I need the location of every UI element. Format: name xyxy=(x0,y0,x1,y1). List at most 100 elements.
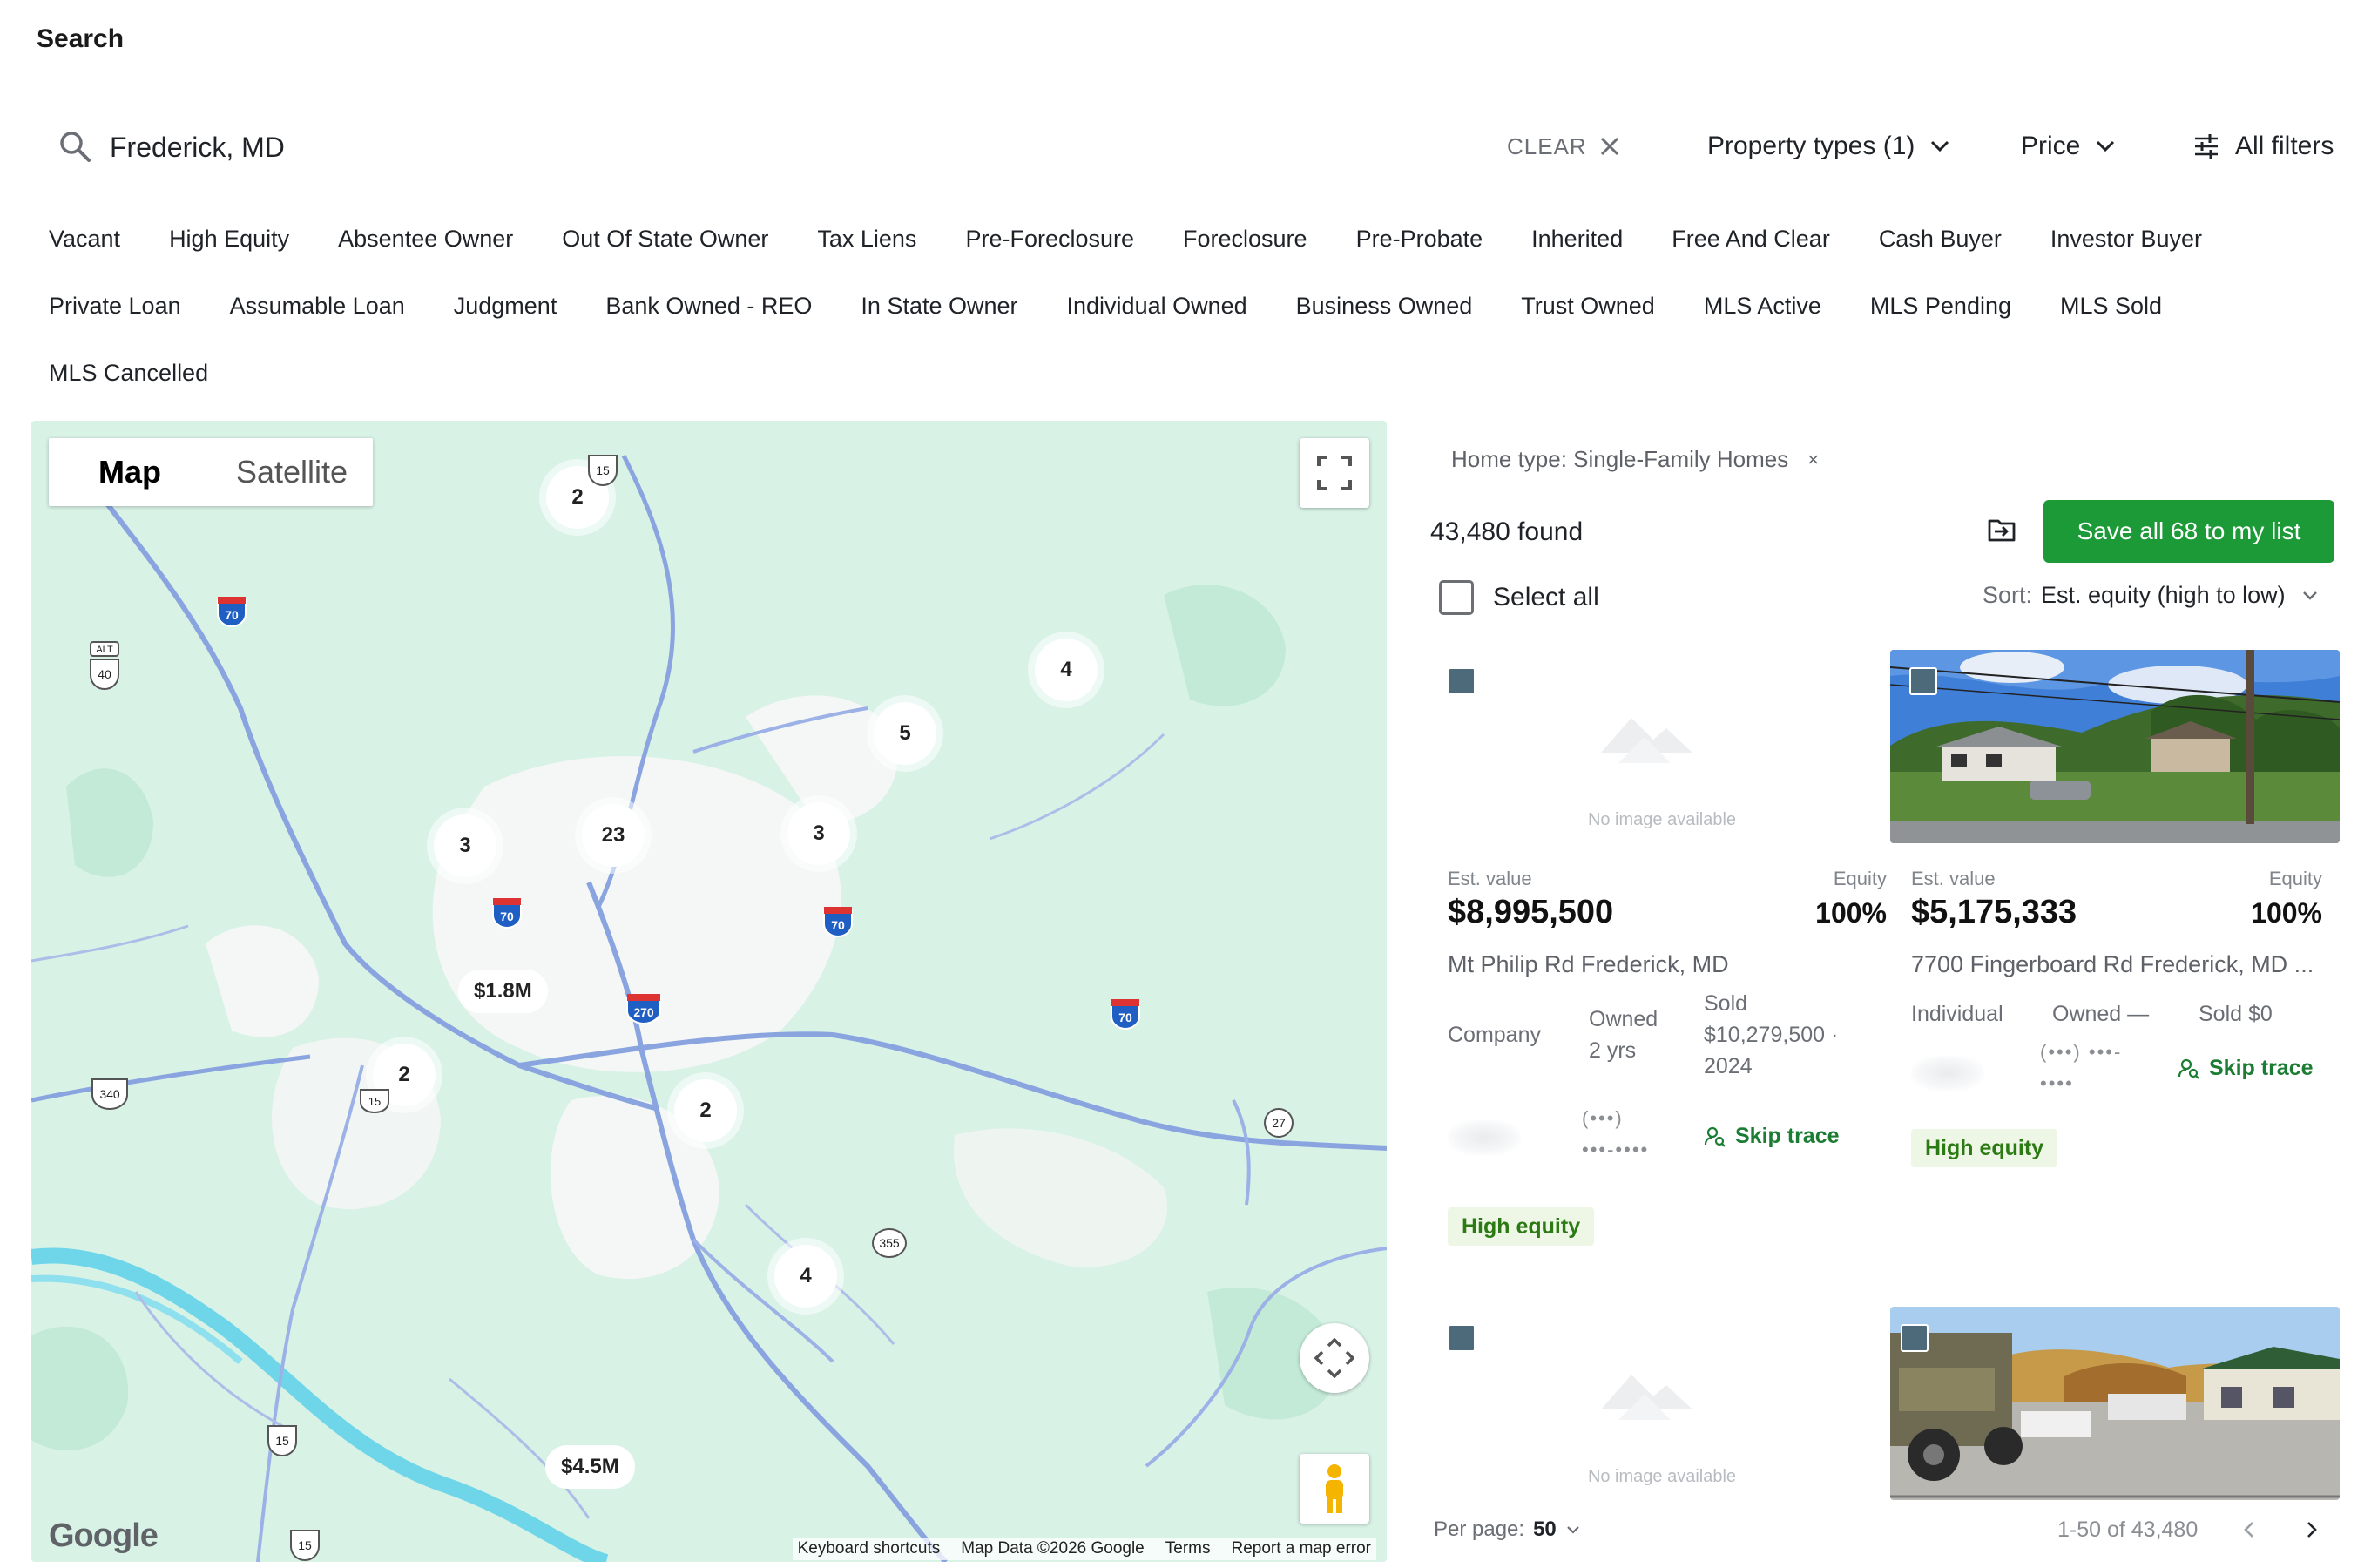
sold-label: Sold $0 xyxy=(2199,1002,2273,1026)
chip-private-loan[interactable]: Private Loan xyxy=(30,273,200,340)
chip-foreclosure[interactable]: Foreclosure xyxy=(1164,206,1327,273)
price-pin[interactable]: $4.5M xyxy=(545,1445,635,1489)
card-select-checkbox[interactable] xyxy=(1448,667,1476,695)
report-map-error-link[interactable]: Report a map error xyxy=(1231,1539,1371,1558)
terms-link[interactable]: Terms xyxy=(1165,1539,1211,1558)
card-select-checkbox[interactable] xyxy=(1448,1324,1476,1352)
chip-mls-cancelled[interactable]: MLS Cancelled xyxy=(30,340,227,407)
chip-business-owned[interactable]: Business Owned xyxy=(1277,273,1492,340)
shield-label: 70 xyxy=(225,608,239,622)
map-cluster[interactable]: 3 xyxy=(434,814,496,877)
shield-label: 70 xyxy=(1118,1010,1132,1024)
sort-dropdown[interactable]: Sort: Est. equity (high to low) xyxy=(1983,582,2319,609)
all-filters-label: All filters xyxy=(2235,132,2334,160)
price-dropdown[interactable]: Price xyxy=(2021,129,2115,164)
mountain-placeholder-icon xyxy=(1601,1375,1692,1420)
keyboard-shortcuts-link[interactable]: Keyboard shortcuts xyxy=(798,1539,941,1558)
chip-assumable-loan[interactable]: Assumable Loan xyxy=(211,273,424,340)
est-value-label: Est. value xyxy=(1911,868,1996,889)
chip-pre-foreclosure[interactable]: Pre-Foreclosure xyxy=(946,206,1153,273)
pan-control-button[interactable] xyxy=(1300,1323,1369,1393)
property-types-dropdown[interactable]: Property types (1) xyxy=(1707,129,1949,164)
map-cluster[interactable]: 23 xyxy=(582,804,645,867)
fullscreen-button[interactable] xyxy=(1300,438,1369,508)
next-page-button[interactable] xyxy=(2296,1514,2327,1545)
owner-type: Individual xyxy=(1911,1002,2003,1026)
map-cluster[interactable]: 4 xyxy=(774,1245,837,1308)
chip-mls-active[interactable]: MLS Active xyxy=(1685,273,1841,340)
chip-out-of-state-owner[interactable]: Out Of State Owner xyxy=(543,206,787,273)
map-toggle-satellite[interactable]: Satellite xyxy=(211,438,373,506)
interstate-shield: 70 xyxy=(1111,999,1140,1031)
map-view[interactable]: Map Satellite 2 4 5 3 23 3 2 2 4 $1.8M $… xyxy=(31,421,1387,1562)
chip-inherited[interactable]: Inherited xyxy=(1512,206,1642,273)
person-search-icon xyxy=(1704,1126,1726,1147)
filter-tag-remove[interactable]: × xyxy=(1807,449,1819,471)
chip-trust-owned[interactable]: Trust Owned xyxy=(1502,273,1674,340)
chip-vacant[interactable]: Vacant xyxy=(30,206,139,273)
search-input[interactable] xyxy=(110,125,1416,169)
property-card[interactable]: No image available xyxy=(1437,1307,1887,1502)
all-filters-button[interactable]: All filters xyxy=(2193,129,2334,164)
filter-tag-label: Home type: Single-Family Homes xyxy=(1451,446,1789,472)
chip-in-state-owner[interactable]: In State Owner xyxy=(841,273,1037,340)
masked-phone-area: (•••) xyxy=(1582,1107,1624,1129)
chip-pre-probate[interactable]: Pre-Probate xyxy=(1337,206,1503,273)
search-bar: CLEAR Property types (1) Price All filte… xyxy=(37,117,2345,178)
save-all-to-list-button[interactable]: Save all 68 to my list xyxy=(2043,500,2334,563)
no-image-text: No image available xyxy=(1587,1467,1737,1486)
prev-page-button[interactable] xyxy=(2233,1514,2265,1545)
fullscreen-icon xyxy=(1317,456,1352,490)
active-filter-tag: Home type: Single-Family Homes × xyxy=(1451,446,1819,473)
skip-trace-button[interactable]: Skip trace xyxy=(1704,1124,1840,1149)
select-all-checkbox[interactable] xyxy=(1439,580,1474,615)
skip-trace-button[interactable]: Skip trace xyxy=(2178,1056,2314,1081)
chip-investor-buyer[interactable]: Investor Buyer xyxy=(2031,206,2221,273)
property-card[interactable]: Est. value Equity $5,175,333 100% 7700 F… xyxy=(1890,650,2340,1190)
owner-name-blurred xyxy=(1911,1056,1984,1091)
chip-mls-sold[interactable]: MLS Sold xyxy=(2041,273,2181,340)
chip-bank-owned-reo[interactable]: Bank Owned - REO xyxy=(586,273,831,340)
state-route-shield: 27 xyxy=(1264,1108,1294,1138)
mountain-placeholder-icon xyxy=(1601,718,1692,763)
chip-cash-buyer[interactable]: Cash Buyer xyxy=(1860,206,2021,273)
per-page-dropdown[interactable]: Per page: 50 xyxy=(1434,1517,1581,1542)
chip-judgment[interactable]: Judgment xyxy=(435,273,577,340)
chip-absentee-owner[interactable]: Absentee Owner xyxy=(319,206,532,273)
card-select-checkbox[interactable] xyxy=(1901,1324,1929,1352)
high-equity-badge: High equity xyxy=(1911,1129,2058,1167)
property-address: 7700 Fingerboard Rd Frederick, MD ... xyxy=(1911,951,2314,977)
equity-label: Equity xyxy=(2268,868,2322,889)
shield-label: 15 xyxy=(596,463,610,477)
map-toggle-map[interactable]: Map xyxy=(49,438,211,506)
skip-trace-label: Skip trace xyxy=(1735,1124,1840,1148)
property-photo xyxy=(1890,650,2340,843)
owner-type: Company xyxy=(1448,1023,1541,1047)
street-view-button[interactable] xyxy=(1300,1454,1369,1524)
chip-mls-pending[interactable]: MLS Pending xyxy=(1851,273,2030,340)
property-card[interactable]: No image available Est. value Equity $8,… xyxy=(1437,650,1887,1277)
export-icon[interactable] xyxy=(1984,512,2019,547)
chip-tax-liens[interactable]: Tax Liens xyxy=(798,206,936,273)
map-attribution: Keyboard shortcuts Map Data ©2026 Google… xyxy=(792,1538,1376,1560)
chip-individual-owned[interactable]: Individual Owned xyxy=(1048,273,1267,340)
property-card[interactable] xyxy=(1890,1307,2340,1502)
property-address: Mt Philip Rd Frederick, MD xyxy=(1448,951,1729,977)
chip-free-and-clear[interactable]: Free And Clear xyxy=(1652,206,1849,273)
chevron-down-icon xyxy=(2097,140,2115,152)
map-cluster[interactable]: 3 xyxy=(787,802,850,865)
pegman-icon xyxy=(1326,1464,1343,1513)
owned-label: Owned xyxy=(1589,1007,1658,1031)
map-cluster[interactable]: 5 xyxy=(874,702,936,765)
shield-label: 340 xyxy=(99,1087,120,1101)
map-cluster[interactable]: 2 xyxy=(674,1079,737,1142)
price-pin[interactable]: $1.8M xyxy=(458,970,548,1013)
map-cluster[interactable]: 4 xyxy=(1035,639,1098,701)
close-icon xyxy=(1600,137,1618,156)
card-select-checkbox[interactable] xyxy=(1909,667,1937,695)
chip-high-equity[interactable]: High Equity xyxy=(150,206,308,273)
est-value-label: Est. value xyxy=(1448,868,1532,889)
select-all-row: Select all xyxy=(1439,580,1599,615)
clear-button[interactable]: CLEAR xyxy=(1507,129,1620,164)
interstate-shield: 70 xyxy=(823,907,853,938)
